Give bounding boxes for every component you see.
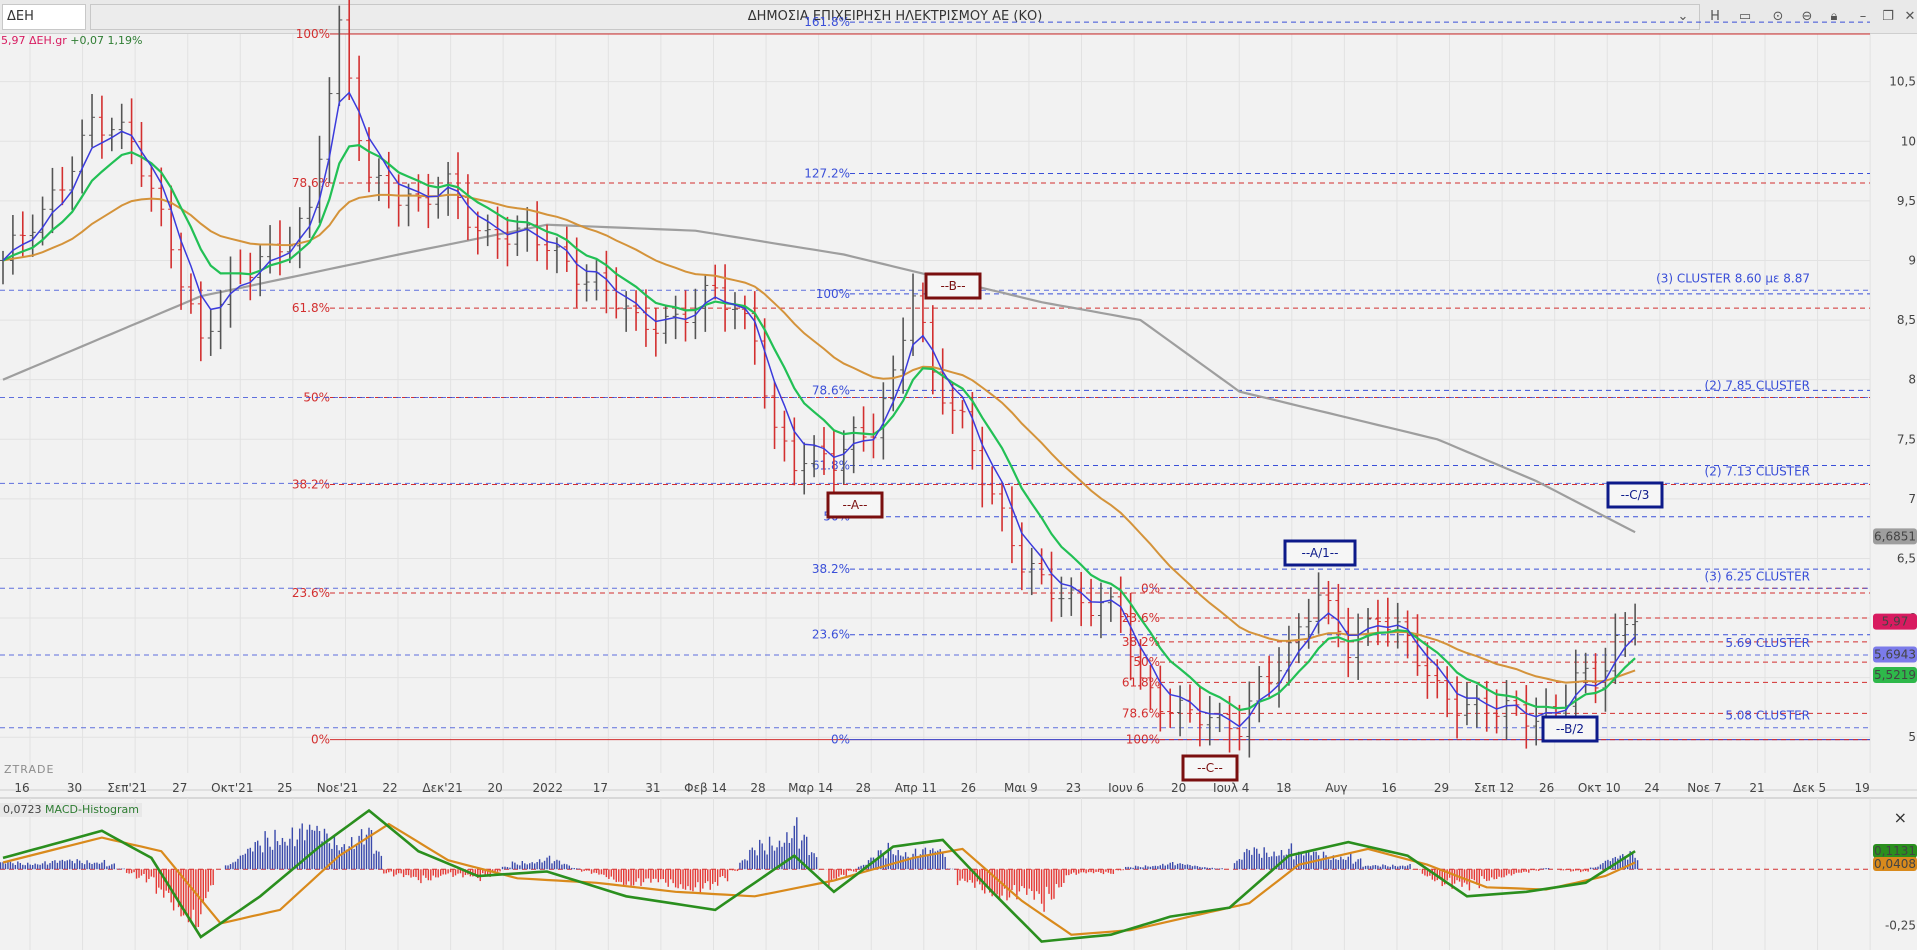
cluster-label: 5.08 CLUSTER (1725, 709, 1810, 723)
macd-value: 0,0723 (3, 803, 42, 816)
x-tick-label: 26 (961, 781, 976, 795)
fib-blue-label: 23.6% (812, 628, 850, 642)
macd-panel-label: 0,0723 MACD-Histogram (0, 803, 143, 817)
fib-small-label: 100% (1126, 733, 1160, 747)
price-chart[interactable]: 10,5109,598,587,576,565,551630Σεπ'2127Οκ… (0, 0, 1917, 950)
wave-label: --A/1-- (1283, 539, 1357, 567)
y-tick-label: 6,5 (1897, 551, 1916, 565)
y-tick-label: 9 (1908, 253, 1916, 267)
x-tick-label: Ιουν 6 (1108, 781, 1144, 795)
wave-text: --B/2 (1556, 722, 1584, 736)
fib-red-label: 38.2% (292, 478, 330, 492)
cluster-label: (2) 7.85 CLUSTER (1705, 379, 1810, 393)
y-tick-label: 7 (1908, 492, 1916, 506)
macd-tag-text: 0,0408 (1874, 857, 1916, 871)
x-tick-label: Μαι 9 (1004, 781, 1038, 795)
wave-text: --A/1-- (1302, 546, 1339, 560)
macd-tag-text: 0,1131 (1874, 844, 1916, 858)
price-tag-text: 5,6943 (1874, 647, 1916, 661)
x-tick-label: Σεπ 12 (1474, 781, 1514, 795)
chart-window: ΔΕΗ ΔΗΜΟΣΙΑ ΕΠΙΧΕΙΡΗΣΗ ΗΛΕΚΤΡΙΣΜΟΥ ΑΕ (Κ… (0, 0, 1917, 950)
wave-label: --A-- (826, 491, 884, 519)
x-tick-label: 25 (277, 781, 292, 795)
x-tick-label: 20 (488, 781, 503, 795)
x-tick-label: 29 (1434, 781, 1449, 795)
x-tick-label: Ιουλ 4 (1213, 781, 1249, 795)
y-tick-label: 8,5 (1897, 313, 1916, 327)
ticker-symbol: ΔΕΗ.gr (29, 34, 67, 47)
y-tick-label: 9,5 (1897, 194, 1916, 208)
x-tick-label: Νοε 7 (1687, 781, 1721, 795)
y-tick-label: 8 (1908, 373, 1916, 387)
x-tick-label: 18 (1276, 781, 1291, 795)
cluster-label: (2) 7.13 CLUSTER (1705, 464, 1810, 478)
fib-blue-label: 100% (816, 287, 850, 301)
fib-red-label: 61.8% (292, 301, 330, 315)
macd-name: MACD-Histogram (45, 803, 140, 816)
price-change: +0,07 1,19% (70, 34, 143, 47)
x-tick-label: Νοε'21 (317, 781, 358, 795)
macd-tick-label: -0,25 (1885, 919, 1916, 933)
fib-red-label: 100% (296, 27, 330, 41)
x-tick-label: Φεβ 14 (684, 781, 727, 795)
y-tick-label: 10,5 (1889, 75, 1916, 89)
x-tick-label: Δεκ 5 (1793, 781, 1826, 795)
price-tag-text: 6,6851 (1874, 529, 1916, 543)
cluster-label: (3) 6.25 CLUSTER (1705, 569, 1810, 583)
ticker-info: 5,97 ΔΕΗ.gr +0,07 1,19% (1, 34, 142, 48)
fib-blue-label: 0% (831, 733, 850, 747)
x-tick-label: 24 (1644, 781, 1659, 795)
fib-blue-label: 127.2% (804, 166, 850, 180)
x-tick-label: 21 (1749, 781, 1764, 795)
x-tick-label: 23 (1066, 781, 1081, 795)
x-tick-label: 27 (172, 781, 187, 795)
x-tick-label: Μαρ 14 (788, 781, 833, 795)
y-tick-label: 7,5 (1897, 432, 1916, 446)
wave-label: --B/2 (1541, 715, 1599, 743)
x-tick-label: 26 (1539, 781, 1554, 795)
x-tick-label: 19 (1855, 781, 1870, 795)
x-tick-label: 22 (382, 781, 397, 795)
x-tick-label: Οκτ'21 (211, 781, 253, 795)
x-tick-label: 2022 (532, 781, 563, 795)
x-tick-label: 17 (593, 781, 608, 795)
x-tick-label: 16 (1381, 781, 1396, 795)
wave-label: --B-- (924, 272, 982, 300)
fib-small-label: 78.6% (1122, 706, 1160, 720)
x-tick-label: Οκτ 10 (1578, 781, 1621, 795)
wave-label: --C-- (1181, 754, 1239, 782)
y-tick-label: 5 (1908, 730, 1916, 744)
price-tag-text: 5,5219 (1874, 668, 1916, 682)
x-tick-label: 28 (750, 781, 765, 795)
watermark: ZTRADE (4, 763, 54, 776)
last-price: 5,97 (1, 34, 26, 47)
x-tick-label: 20 (1171, 781, 1186, 795)
x-tick-label: 16 (14, 781, 29, 795)
x-tick-label: 30 (67, 781, 82, 795)
cluster-label: 5.69 CLUSTER (1725, 636, 1810, 650)
fib-blue-label: 78.6% (812, 383, 850, 397)
y-tick-label: 10 (1901, 134, 1916, 148)
price-tag-text: 5,97 (1882, 615, 1909, 629)
wave-text: --A-- (842, 498, 867, 512)
wave-text: --B-- (940, 279, 965, 293)
x-tick-label: Αυγ (1325, 781, 1347, 795)
x-tick-label: Δεκ'21 (422, 781, 462, 795)
fib-blue-label: 38.2% (812, 562, 850, 576)
x-tick-label: 31 (645, 781, 660, 795)
wave-label: --C/3 (1606, 481, 1664, 509)
fib-red-label: 0% (311, 733, 330, 747)
x-tick-label: Σεπ'21 (107, 781, 147, 795)
wave-text: --C-- (1197, 761, 1223, 775)
x-tick-label: 28 (856, 781, 871, 795)
wave-text: --C/3 (1621, 488, 1650, 502)
x-tick-label: Απρ 11 (895, 781, 937, 795)
close-icon[interactable]: × (1894, 808, 1907, 827)
cluster-label: (3) CLUSTER 8.60 με 8.87 (1656, 271, 1810, 285)
fib-blue-label: 161.8% (804, 15, 850, 29)
